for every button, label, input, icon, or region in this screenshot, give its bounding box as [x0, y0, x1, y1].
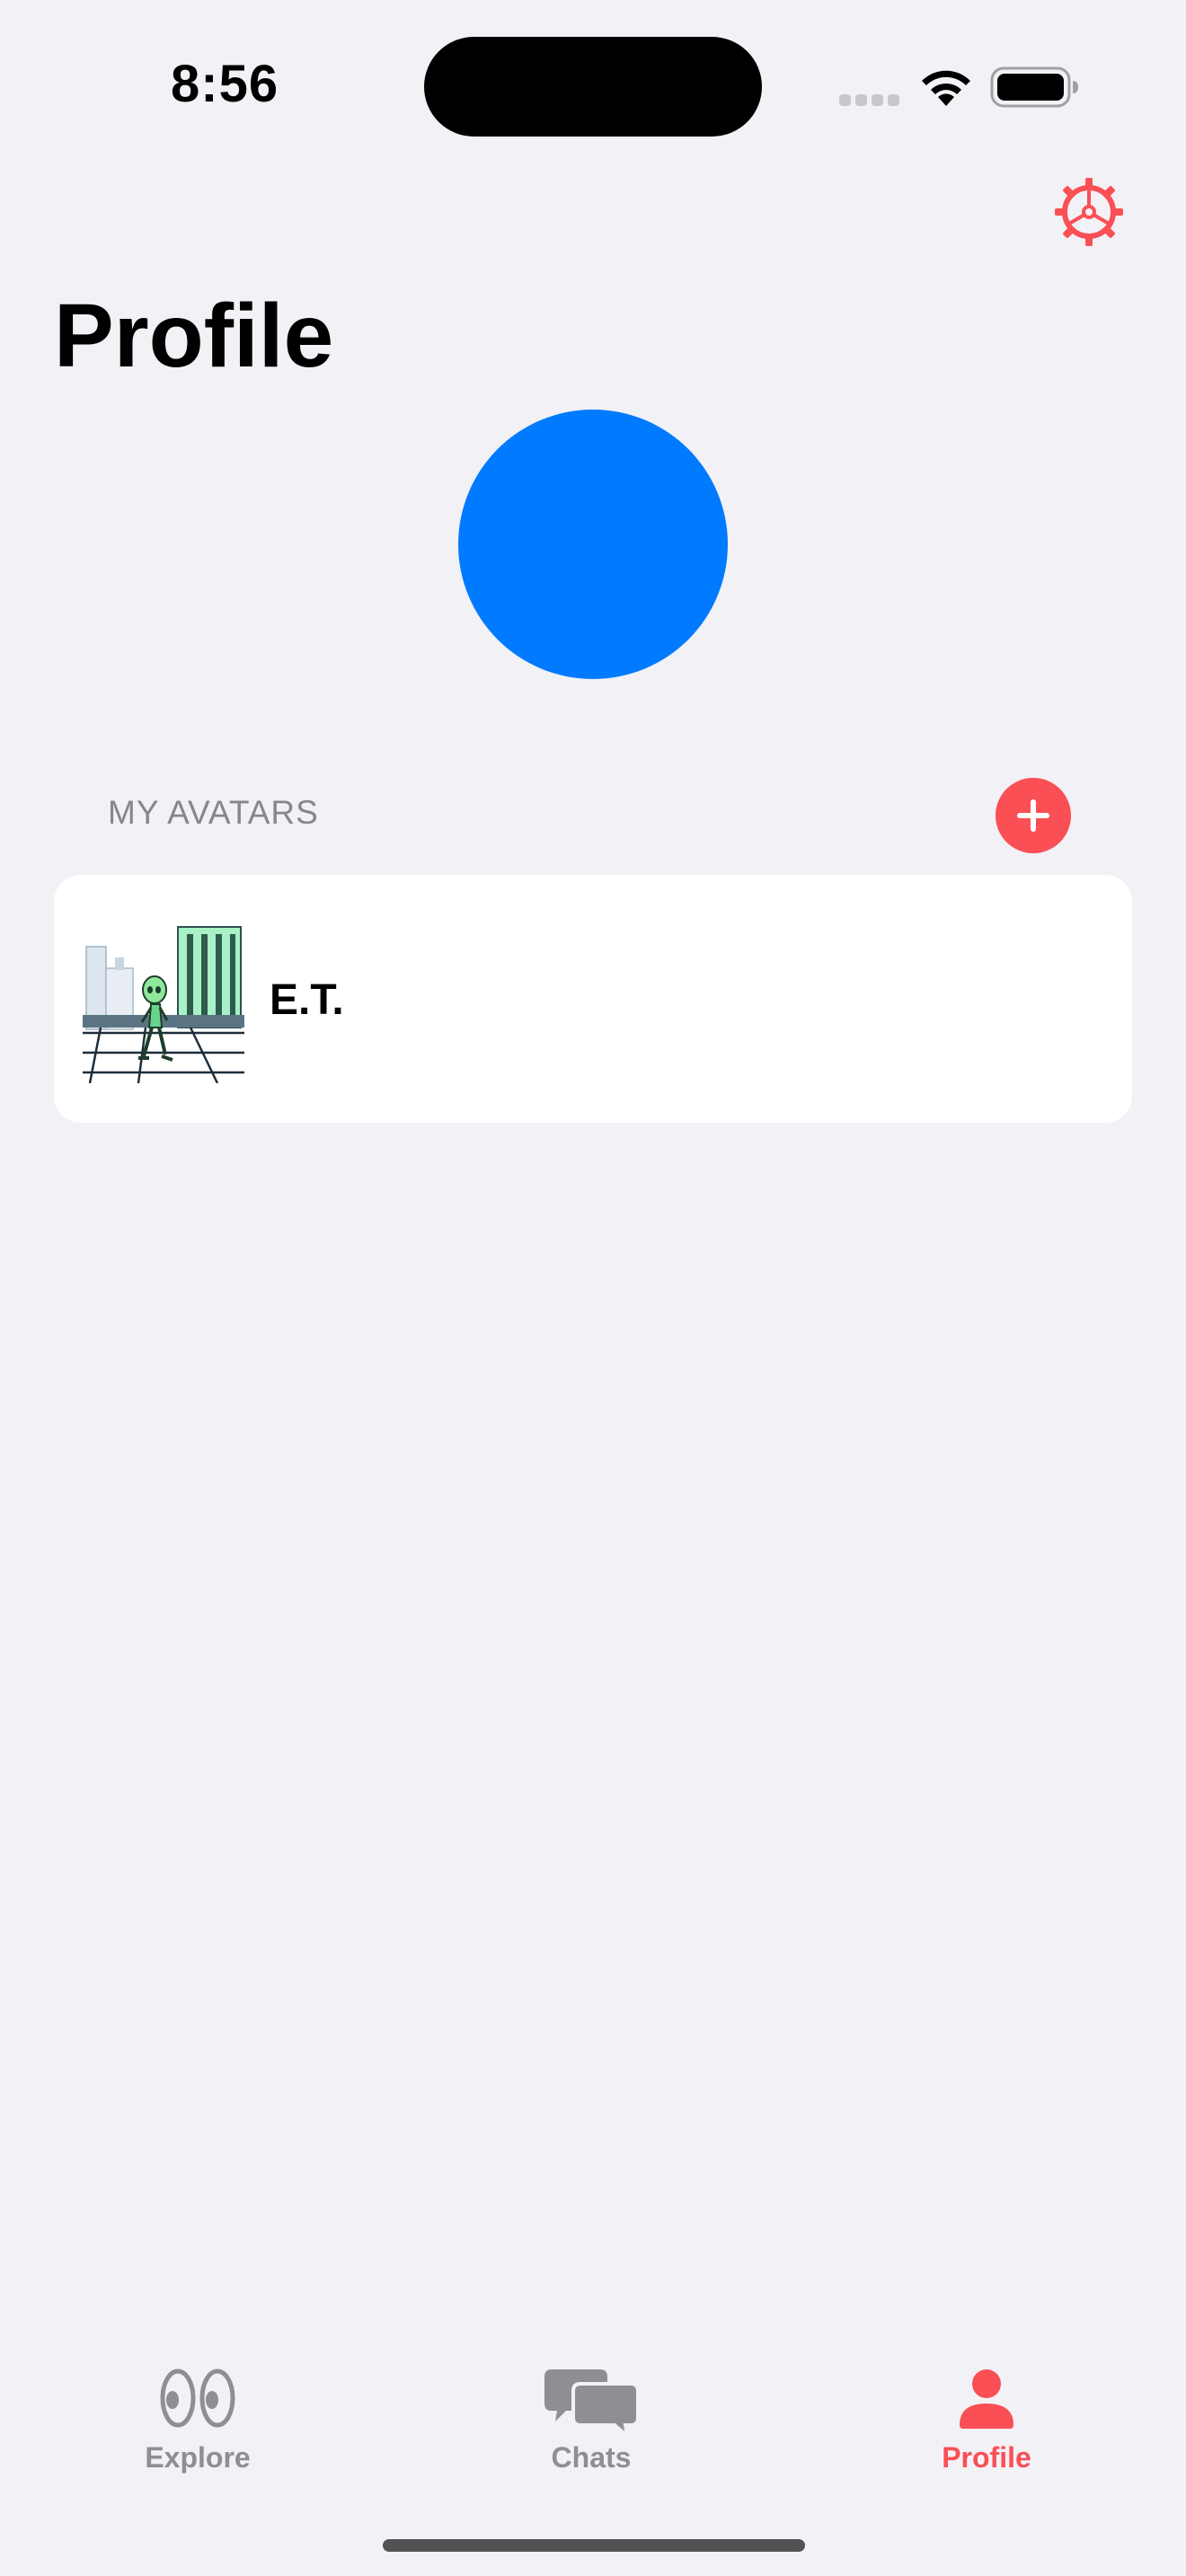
- home-indicator[interactable]: [383, 2539, 805, 2552]
- gear-icon: [1055, 178, 1123, 246]
- tab-explore-label: Explore: [145, 2441, 251, 2474]
- settings-button[interactable]: [1053, 176, 1125, 248]
- signal-icon: [839, 94, 899, 106]
- battery-icon: [990, 66, 1078, 108]
- status-time: 8:56: [171, 55, 279, 113]
- profile-avatar[interactable]: [458, 410, 728, 679]
- tab-profile[interactable]: Profile: [852, 2353, 1121, 2488]
- avatar-list-item[interactable]: E.T.: [54, 875, 1132, 1123]
- tab-explore[interactable]: Explore: [63, 2353, 332, 2488]
- add-avatar-button[interactable]: [996, 778, 1071, 853]
- section-header-my-avatars: MY AVATARS: [108, 794, 319, 831]
- tab-chats[interactable]: Chats: [456, 2353, 726, 2488]
- avatar-list-card: E.T.: [54, 875, 1132, 1123]
- dynamic-island: [424, 37, 762, 137]
- page-title: Profile: [54, 286, 334, 386]
- plus-icon: [1017, 799, 1049, 832]
- tab-chats-label: Chats: [551, 2441, 632, 2474]
- avatar-name: E.T.: [270, 976, 344, 1024]
- tab-profile-label: Profile: [942, 2441, 1031, 2474]
- avatar-thumbnail: [83, 922, 244, 1083]
- wifi-icon: [922, 70, 970, 106]
- person-icon: [960, 2369, 1013, 2429]
- eyes-icon: [160, 2369, 235, 2428]
- chat-bubbles-icon: [544, 2369, 638, 2436]
